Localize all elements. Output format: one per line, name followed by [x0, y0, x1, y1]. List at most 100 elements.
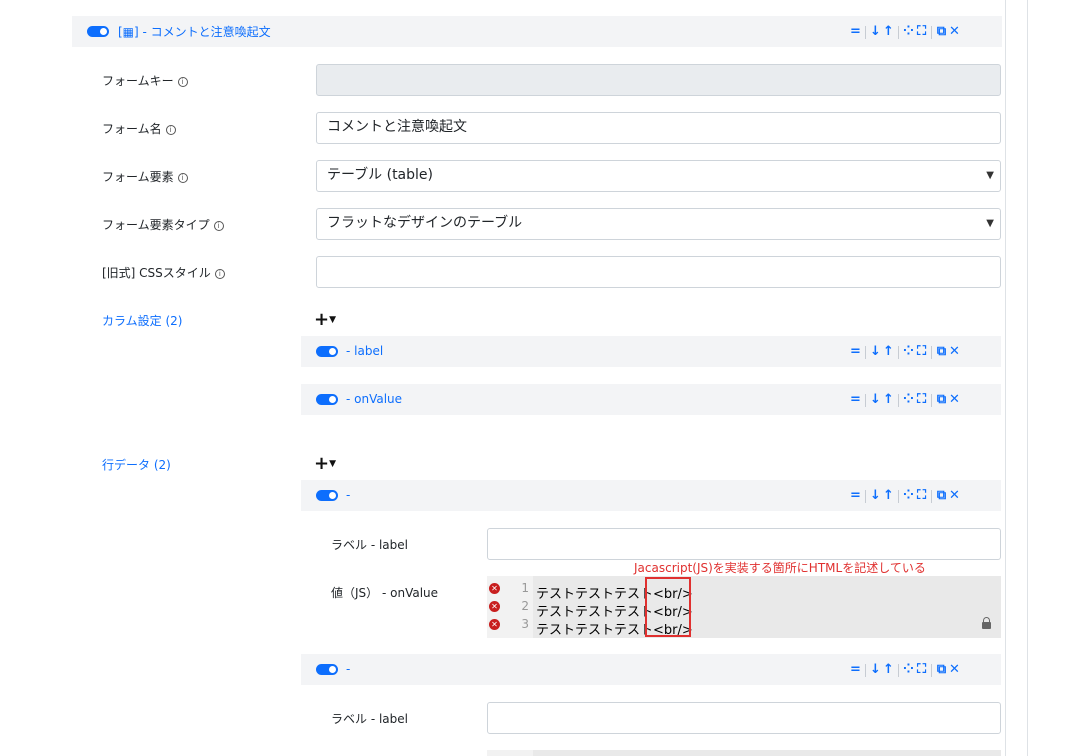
- toolbar-separator: [865, 393, 866, 407]
- form-element-type-label-text: フォーム要素タイプ: [102, 218, 210, 232]
- toolbar-separator: [898, 663, 899, 677]
- arrow-down-icon[interactable]: ↓: [869, 392, 882, 408]
- annotation-text: Jacascript(JS)を実装する箇所にHTMLを記述している: [634, 561, 926, 575]
- row-enable-toggle[interactable]: [316, 664, 338, 675]
- lock-icon[interactable]: [982, 617, 991, 629]
- copy-icon[interactable]: ⧉: [935, 488, 948, 504]
- copy-icon[interactable]: ⧉: [935, 392, 948, 408]
- info-icon[interactable]: i: [177, 76, 188, 87]
- column-title[interactable]: - onValue: [346, 392, 402, 406]
- move-icon[interactable]: =: [849, 662, 862, 678]
- info-icon[interactable]: i: [214, 268, 225, 279]
- arrow-down-icon[interactable]: ↓: [869, 344, 882, 360]
- row-value-field-label: 値（JS） - onValue: [331, 586, 439, 600]
- column-enable-toggle[interactable]: [316, 394, 338, 405]
- panel-divider-right: [1027, 0, 1028, 756]
- expand-icon[interactable]: ⛶: [915, 488, 928, 504]
- collapse-icon[interactable]: ⁘: [902, 24, 915, 40]
- toolbar-separator: [865, 345, 866, 359]
- collapse-icon[interactable]: ⁘: [902, 488, 915, 504]
- form-name-label-text: フォーム名: [102, 122, 162, 136]
- arrow-down-icon[interactable]: ↓: [869, 24, 882, 40]
- form-header: [▦] - コメントと注意喚起文 = ↓ ↑ ⁘ ⛶ ⧉ ✕: [72, 16, 1002, 47]
- move-icon[interactable]: =: [849, 392, 862, 408]
- toolbar-separator: [898, 393, 899, 407]
- column-toolbar: = ↓ ↑ ⁘ ⛶ ⧉ ✕: [849, 344, 961, 360]
- form-key-label-text: フォームキー: [102, 74, 174, 88]
- arrow-up-icon[interactable]: ↑: [882, 488, 895, 504]
- close-icon[interactable]: ✕: [948, 662, 961, 678]
- expand-icon[interactable]: ⛶: [915, 662, 928, 678]
- plus-icon: +: [314, 453, 330, 474]
- copy-icon[interactable]: ⧉: [935, 344, 948, 360]
- close-icon[interactable]: ✕: [948, 344, 961, 360]
- add-column-button[interactable]: +▼: [314, 309, 336, 330]
- row-enable-toggle[interactable]: [316, 490, 338, 501]
- toolbar-separator: [898, 25, 899, 39]
- row-toolbar: = ↓ ↑ ⁘ ⛶ ⧉ ✕: [849, 662, 961, 678]
- expand-icon[interactable]: ⛶: [915, 392, 928, 408]
- copy-icon[interactable]: ⧉: [935, 24, 948, 40]
- arrow-down-icon[interactable]: ↓: [869, 488, 882, 504]
- copy-icon[interactable]: ⧉: [935, 662, 948, 678]
- row-label-field-label: ラベル - label: [331, 538, 408, 552]
- collapse-icon[interactable]: ⁘: [902, 344, 915, 360]
- move-icon[interactable]: =: [849, 488, 862, 504]
- form-element-label-text: フォーム要素: [102, 170, 174, 184]
- error-icon: ✕: [489, 601, 500, 612]
- form-key-input[interactable]: [316, 64, 1001, 96]
- expand-icon[interactable]: ⛶: [915, 344, 928, 360]
- form-title[interactable]: [▦] - コメントと注意喚起文: [118, 23, 271, 40]
- css-style-label: [旧式] CSSスタイル i: [102, 264, 225, 281]
- row-header: - = ↓ ↑ ⁘ ⛶ ⧉ ✕: [301, 480, 1001, 511]
- row-title[interactable]: -: [346, 488, 350, 502]
- row-header: - = ↓ ↑ ⁘ ⛶ ⧉ ✕: [301, 654, 1001, 685]
- arrow-down-icon[interactable]: ↓: [869, 662, 882, 678]
- collapse-icon[interactable]: ⁘: [902, 392, 915, 408]
- close-icon[interactable]: ✕: [948, 488, 961, 504]
- column-title[interactable]: - label: [346, 344, 383, 358]
- form-enable-toggle[interactable]: [87, 26, 109, 37]
- form-name-input[interactable]: コメントと注意喚起文: [316, 112, 1001, 144]
- toolbar-separator: [931, 489, 932, 503]
- css-style-label-text: [旧式] CSSスタイル: [102, 266, 211, 280]
- info-icon[interactable]: i: [213, 220, 224, 231]
- arrow-up-icon[interactable]: ↑: [882, 662, 895, 678]
- form-element-type-select-value: フラットなデザインのテーブル: [327, 215, 523, 231]
- line-number: 2: [521, 599, 529, 613]
- panel-divider-left: [1005, 0, 1006, 756]
- row-label-input[interactable]: [487, 528, 1001, 560]
- line-number: 3: [521, 617, 529, 631]
- close-icon[interactable]: ✕: [948, 392, 961, 408]
- collapse-icon[interactable]: ⁘: [902, 662, 915, 678]
- form-element-type-label: フォーム要素タイプ i: [102, 216, 224, 233]
- chevron-down-icon: ▼: [986, 170, 994, 181]
- column-enable-toggle[interactable]: [316, 346, 338, 357]
- js-code-editor[interactable]: ✕ ✕ ✕ 1 2 3 テストテストテスト<br/> テストテストテスト<br/…: [487, 576, 1001, 638]
- annotation-highlight-box: [645, 577, 691, 637]
- arrow-up-icon[interactable]: ↑: [882, 392, 895, 408]
- form-element-select[interactable]: テーブル (table) ▼: [316, 160, 1001, 192]
- row-label-field-label: ラベル - label: [331, 712, 408, 726]
- info-icon[interactable]: i: [165, 124, 176, 135]
- form-element-type-select[interactable]: フラットなデザインのテーブル ▼: [316, 208, 1001, 240]
- column-settings-label[interactable]: カラム設定 (2): [102, 312, 182, 329]
- info-icon[interactable]: i: [177, 172, 188, 183]
- move-icon[interactable]: =: [849, 344, 862, 360]
- close-icon[interactable]: ✕: [948, 24, 961, 40]
- add-row-button[interactable]: +▼: [314, 453, 336, 474]
- column-header: - onValue = ↓ ↑ ⁘ ⛶ ⧉ ✕: [301, 384, 1001, 415]
- arrow-up-icon[interactable]: ↑: [882, 344, 895, 360]
- code-text: テストテストテスト: [536, 605, 654, 620]
- toolbar-separator: [931, 25, 932, 39]
- css-style-input[interactable]: [316, 256, 1001, 288]
- move-icon[interactable]: =: [849, 24, 862, 40]
- expand-icon[interactable]: ⛶: [915, 24, 928, 40]
- row-title[interactable]: -: [346, 662, 350, 676]
- js-code-editor[interactable]: [487, 750, 1001, 756]
- arrow-up-icon[interactable]: ↑: [882, 24, 895, 40]
- toolbar-separator: [931, 393, 932, 407]
- code-text: テストテストテスト: [536, 587, 654, 602]
- row-label-input[interactable]: [487, 702, 1001, 734]
- row-data-label[interactable]: 行データ (2): [102, 456, 171, 473]
